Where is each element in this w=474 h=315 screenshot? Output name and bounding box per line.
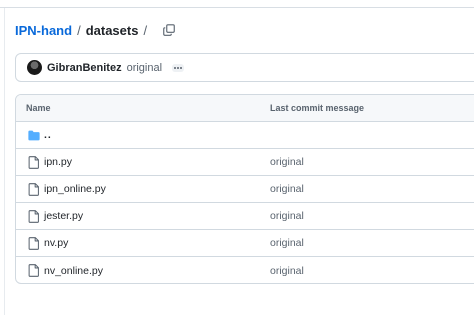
commit-author-link[interactable]: GibranBenitez (47, 62, 122, 74)
column-header-last-commit: Last commit message (270, 103, 365, 113)
copy-path-button[interactable] (161, 22, 177, 38)
file-icon (28, 156, 39, 169)
avatar[interactable] (27, 60, 42, 75)
file-icon (28, 237, 39, 250)
commit-message-link[interactable]: original (270, 237, 304, 249)
file-name-link[interactable]: ipn.py (44, 156, 72, 168)
table-row[interactable]: jester.py original (16, 203, 474, 230)
ellipsis-dot-icon (177, 66, 180, 69)
file-table: Name Last commit message .. ipn.py origi… (15, 94, 474, 284)
parent-directory-row[interactable]: .. (16, 122, 474, 149)
file-name-link[interactable]: nv_online.py (44, 265, 103, 277)
table-header: Name Last commit message (16, 95, 474, 122)
commit-message-link[interactable]: original (270, 210, 304, 222)
commit-message-link[interactable]: original (270, 156, 304, 168)
commit-message-link[interactable]: original (270, 183, 304, 195)
breadcrumb: IPN-hand / datasets / (15, 22, 177, 38)
file-icon (28, 183, 39, 196)
commit-message-link[interactable]: original (127, 62, 162, 74)
ellipsis-dot-icon (174, 66, 177, 69)
header-divider (0, 7, 474, 8)
file-name-link[interactable]: jester.py (44, 210, 83, 222)
table-row[interactable]: nv.py original (16, 230, 474, 257)
breadcrumb-repo-link[interactable]: IPN-hand (15, 23, 72, 38)
commit-details-toggle[interactable] (172, 63, 185, 72)
breadcrumb-trailing-separator: / (143, 22, 148, 38)
sidebar-edge (4, 8, 5, 315)
folder-icon (28, 130, 40, 141)
file-icon (28, 264, 39, 277)
table-row[interactable]: nv_online.py original (16, 257, 474, 283)
file-icon (28, 210, 39, 223)
commit-message-link[interactable]: original (270, 265, 304, 277)
file-name-link[interactable]: ipn_online.py (44, 183, 106, 195)
latest-commit-bar: GibranBenitez original (15, 53, 474, 82)
file-browser-page: IPN-hand / datasets / GibranBenitez orig… (0, 0, 474, 315)
parent-directory-link[interactable]: .. (44, 129, 52, 141)
breadcrumb-separator: / (77, 22, 81, 38)
copy-icon (163, 24, 175, 36)
table-row[interactable]: ipn.py original (16, 149, 474, 176)
ellipsis-dot-icon (180, 66, 183, 69)
file-name-link[interactable]: nv.py (44, 237, 68, 249)
column-header-name: Name (26, 103, 51, 113)
breadcrumb-current-folder: datasets (85, 22, 139, 38)
table-row[interactable]: ipn_online.py original (16, 176, 474, 203)
